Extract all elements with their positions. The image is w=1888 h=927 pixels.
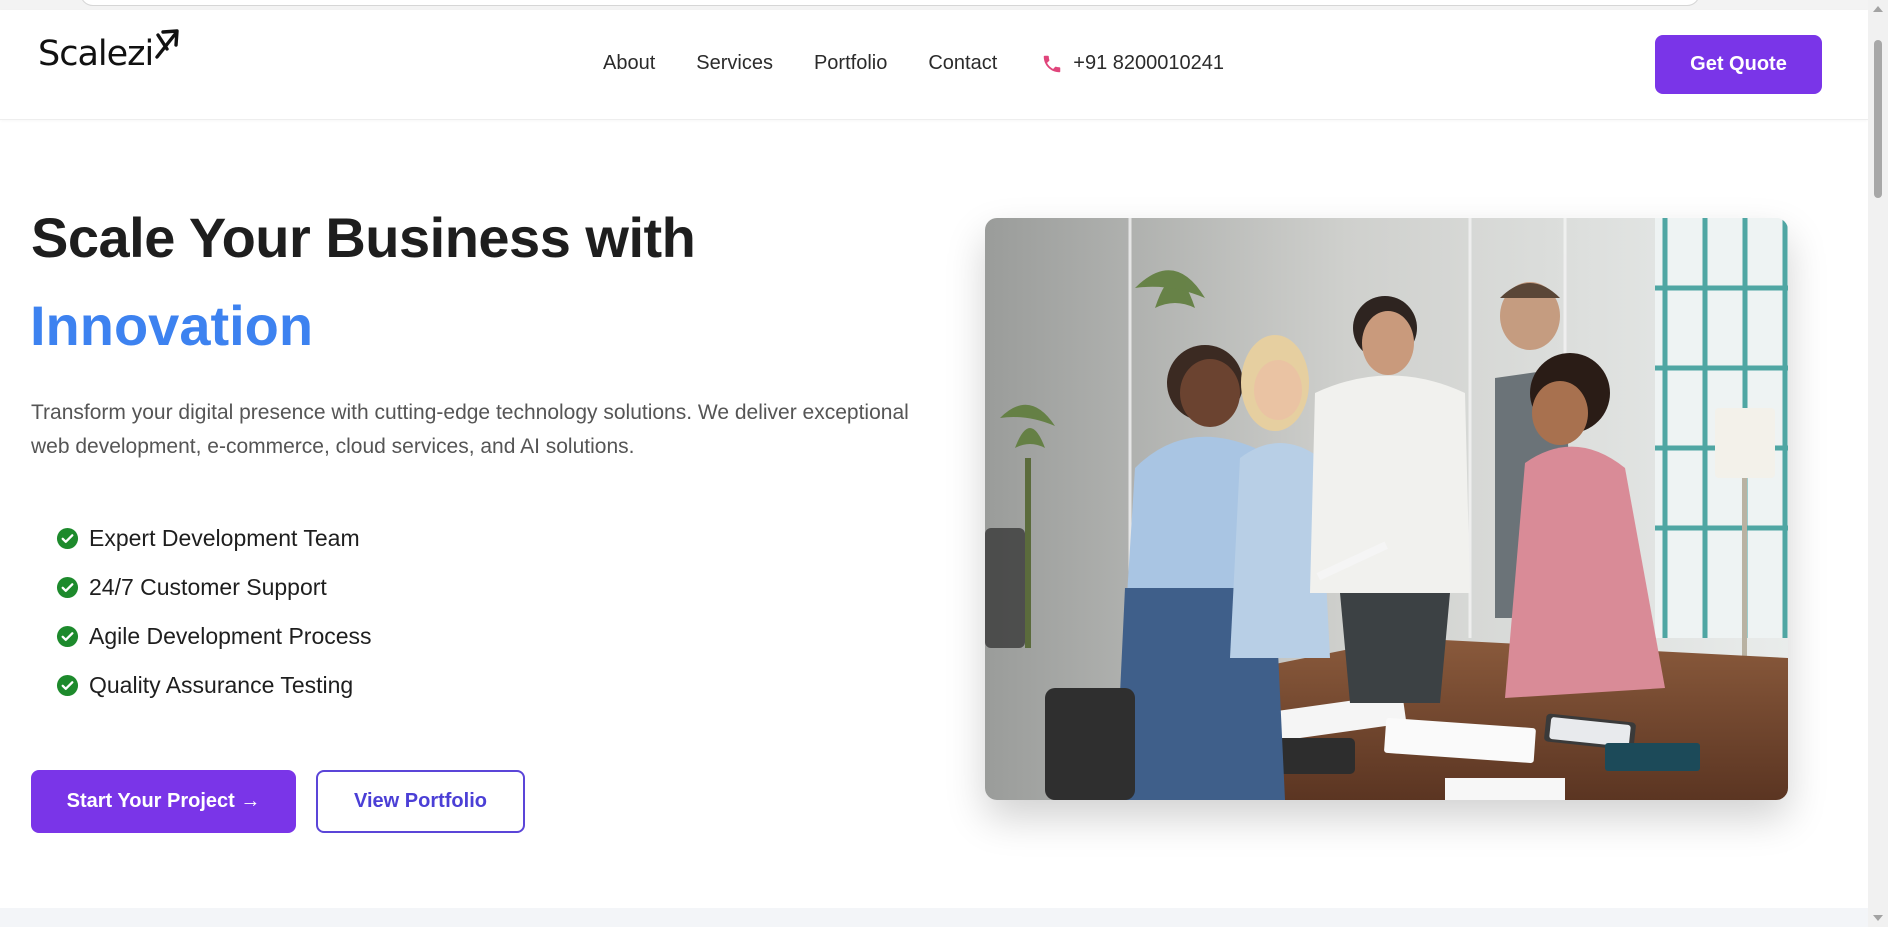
feature-label: Expert Development Team — [89, 525, 360, 551]
start-project-button[interactable]: Start Your Project → — [31, 770, 296, 833]
feature-item: 24/7 Customer Support — [56, 563, 372, 612]
nav-about-link[interactable]: About — [603, 52, 655, 75]
feature-item: Quality Assurance Testing — [56, 661, 372, 710]
site-header: Scalezi About Services Portfolio Contact — [0, 10, 1868, 120]
logo-text: Scalezi — [38, 34, 154, 74]
check-circle-icon — [56, 674, 79, 697]
browser-top-strip — [0, 0, 1868, 10]
scroll-down-icon[interactable] — [1873, 915, 1883, 921]
feature-label: Quality Assurance Testing — [89, 672, 354, 698]
feature-label: Agile Development Process — [89, 623, 372, 649]
page: Scalezi About Services Portfolio Contact — [0, 0, 1888, 927]
get-quote-button[interactable]: Get Quote — [1655, 35, 1822, 94]
view-portfolio-button[interactable]: View Portfolio — [316, 770, 525, 833]
check-circle-icon — [56, 625, 79, 648]
hero-description: Transform your digital presence with cut… — [31, 401, 909, 458]
phone-icon — [1041, 53, 1063, 75]
check-circle-icon — [56, 527, 79, 550]
next-section-strip — [0, 908, 1868, 927]
feature-list: Expert Development Team 24/7 Customer Su… — [56, 514, 372, 710]
address-bar[interactable] — [80, 0, 1700, 6]
logo-arrow-icon — [154, 27, 180, 68]
nav-services-link[interactable]: Services — [696, 52, 773, 75]
check-circle-icon — [56, 576, 79, 599]
feature-item: Agile Development Process — [56, 612, 372, 661]
phone-link[interactable]: +91 8200010241 — [1041, 52, 1224, 75]
scrollbar-thumb[interactable] — [1874, 40, 1882, 198]
hero-title-accent: Innovation — [30, 294, 314, 357]
feature-label: 24/7 Customer Support — [89, 574, 327, 600]
hero-team-photo — [985, 218, 1788, 800]
page-scrollbar[interactable] — [1868, 0, 1888, 927]
nav-portfolio-link[interactable]: Portfolio — [814, 52, 887, 75]
hero-title: Scale Your Business with — [31, 206, 696, 269]
phone-number: +91 8200010241 — [1073, 52, 1224, 74]
nav-contact-link[interactable]: Contact — [928, 52, 997, 75]
brand-logo[interactable]: Scalezi — [38, 28, 180, 74]
feature-item: Expert Development Team — [56, 514, 372, 563]
scroll-up-icon[interactable] — [1873, 6, 1883, 12]
main-nav: About Services Portfolio Contact +91 820… — [603, 52, 1224, 75]
